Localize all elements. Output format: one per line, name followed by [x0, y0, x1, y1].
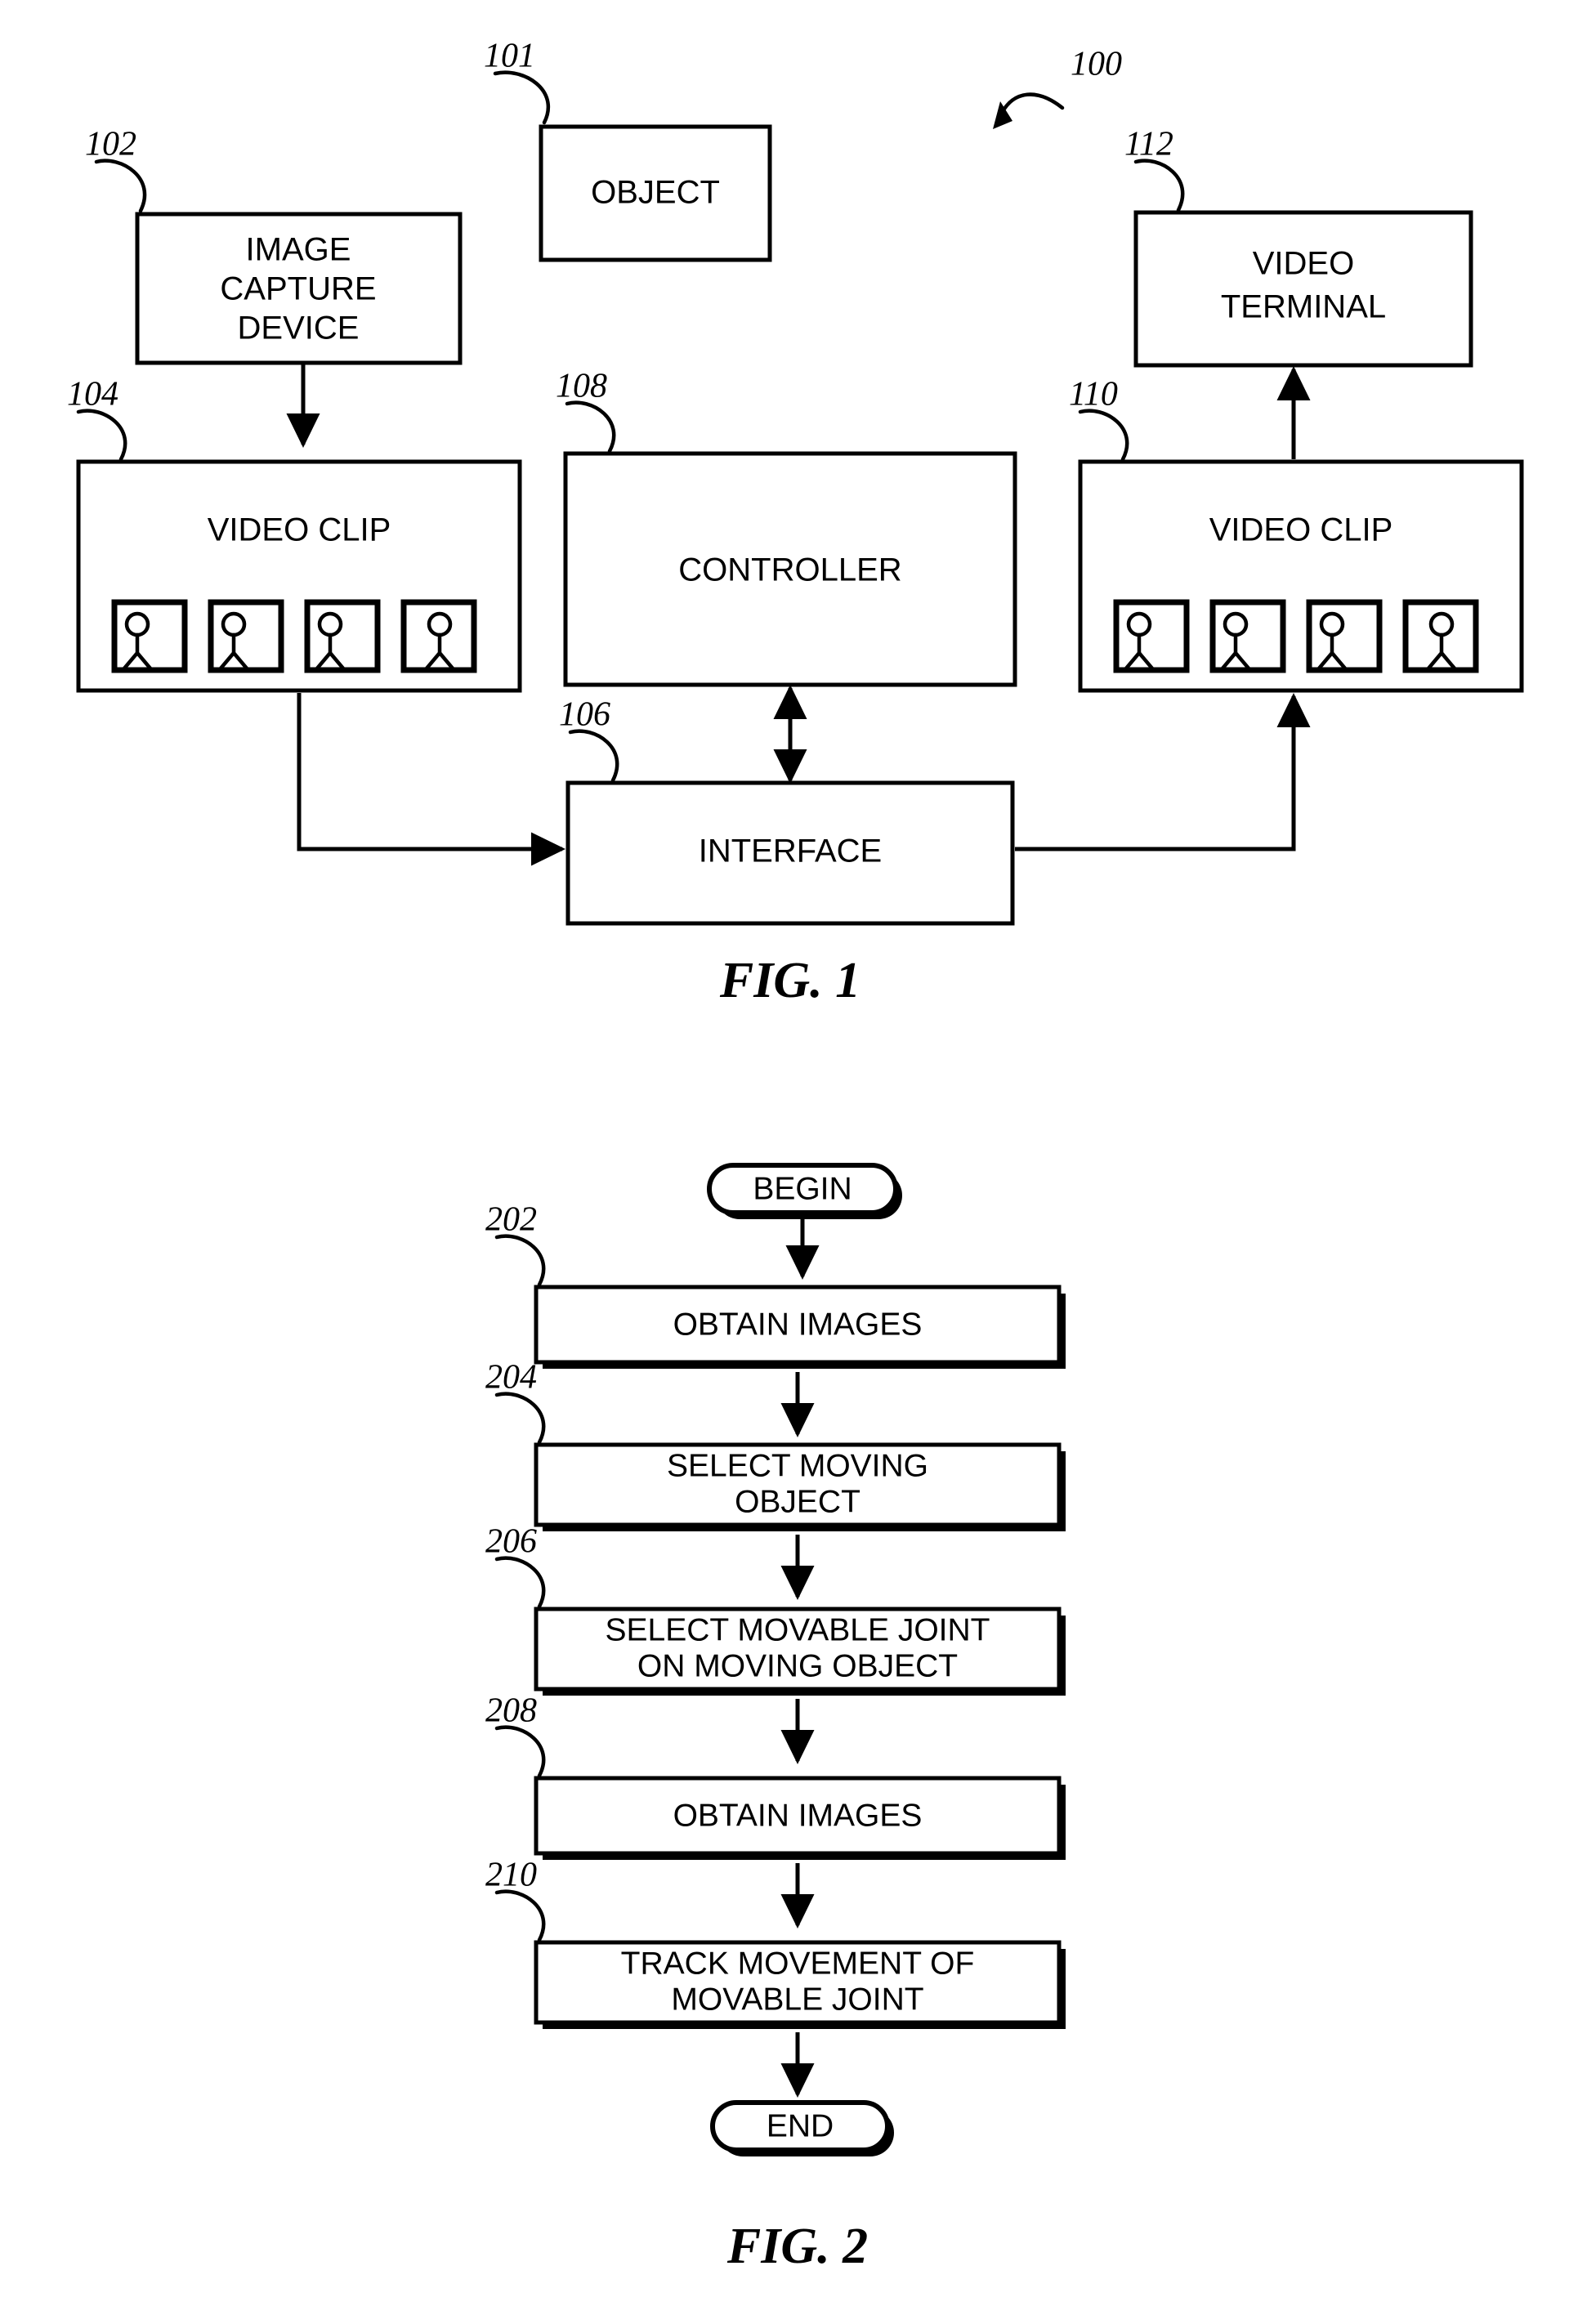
- flow-step-204: SELECT MOVING OBJECT 204: [485, 1359, 1066, 1531]
- step-204-line2: OBJECT: [735, 1484, 860, 1519]
- video-clip-output-label: VIDEO CLIP: [1209, 512, 1393, 548]
- interface-label: INTERFACE: [699, 834, 882, 869]
- figure-2-label: FIG. 2: [726, 2219, 868, 2274]
- block-image-capture-device: IMAGE CAPTURE DEVICE 102: [85, 126, 463, 365]
- ref-label-101: 101: [484, 38, 535, 75]
- flow-end: END: [710, 2100, 894, 2156]
- image-capture-device-line2: CAPTURE: [220, 271, 376, 307]
- film-frame: [1113, 599, 1190, 673]
- step-208-line1: OBTAIN IMAGES: [673, 1798, 923, 1833]
- step-206-line2: ON MOVING OBJECT: [637, 1648, 958, 1683]
- film-frame: [304, 599, 381, 673]
- ref-label-112: 112: [1124, 126, 1173, 163]
- ref-label-204: 204: [485, 1359, 537, 1397]
- object-label: OBJECT: [591, 175, 720, 211]
- ref-label-210: 210: [485, 1857, 537, 1894]
- figure-1-label: FIG. 1: [719, 953, 860, 1008]
- image-capture-device-line3: DEVICE: [238, 311, 360, 346]
- video-terminal-line1: VIDEO: [1253, 246, 1354, 282]
- ref-label-206: 206: [485, 1523, 537, 1561]
- ref-label-100: 100: [1071, 46, 1122, 83]
- step-204-line1: SELECT MOVING: [667, 1448, 928, 1483]
- ref-label-104: 104: [67, 376, 118, 413]
- begin-label: BEGIN: [753, 1171, 852, 1206]
- flow-step-208: OBTAIN IMAGES 208: [485, 1692, 1066, 1860]
- block-interface: INTERFACE 106: [559, 696, 1015, 926]
- block-video-clip-source: VIDEO CLIP 104: [67, 376, 522, 693]
- controller-label: CONTROLLER: [678, 552, 901, 588]
- film-frame: [208, 599, 284, 673]
- ref-label-102: 102: [85, 126, 136, 163]
- flow-begin: BEGIN: [707, 1163, 902, 1219]
- step-210-line1: TRACK MOVEMENT OF: [621, 1946, 975, 1981]
- arrow-videoclip-to-interface: [297, 693, 566, 866]
- figure-2-group: BEGIN OBTAIN IMAGES 202 SELECT MOVING OB…: [485, 1163, 1066, 2274]
- figure-canvas: 100 OBJECT 101 IMAGE CAPTURE DEVICE 102: [67, 38, 1524, 2274]
- flow-step-206: SELECT MOVABLE JOINT ON MOVING OBJECT 20…: [485, 1523, 1066, 1696]
- ref-label-106: 106: [559, 696, 610, 734]
- video-clip-source-label: VIDEO CLIP: [208, 512, 391, 548]
- step-202-line1: OBTAIN IMAGES: [673, 1307, 923, 1342]
- film-frame: [400, 599, 477, 673]
- system-ref-100: 100: [993, 46, 1122, 129]
- flow-step-202: OBTAIN IMAGES 202: [485, 1201, 1066, 1369]
- film-frame: [1402, 599, 1479, 673]
- figure-1-group: 100 OBJECT 101 IMAGE CAPTURE DEVICE 102: [67, 38, 1524, 1008]
- film-frame: [1209, 599, 1286, 673]
- ref-label-108: 108: [556, 368, 607, 405]
- end-label: END: [767, 2108, 834, 2143]
- ref-label-110: 110: [1069, 376, 1118, 413]
- step-206-line1: SELECT MOVABLE JOINT: [605, 1612, 990, 1647]
- video-terminal-line2: TERMINAL: [1221, 289, 1386, 325]
- block-controller: CONTROLLER 108: [556, 368, 1017, 687]
- patent-figure-page: 100 OBJECT 101 IMAGE CAPTURE DEVICE 102: [0, 0, 1569, 2324]
- block-object: OBJECT 101: [484, 38, 772, 262]
- step-210-line2: MOVABLE JOINT: [671, 1982, 923, 2017]
- block-video-terminal: VIDEO TERMINAL 112: [1124, 126, 1473, 368]
- arrow-interface-to-videoclip: [1015, 692, 1311, 851]
- ref-label-208: 208: [485, 1692, 537, 1730]
- film-frame: [1306, 599, 1383, 673]
- film-frame: [111, 599, 188, 673]
- image-capture-device-line1: IMAGE: [246, 232, 351, 268]
- flow-step-210: TRACK MOVEMENT OF MOVABLE JOINT 210: [485, 1857, 1066, 2029]
- ref-label-202: 202: [485, 1201, 537, 1239]
